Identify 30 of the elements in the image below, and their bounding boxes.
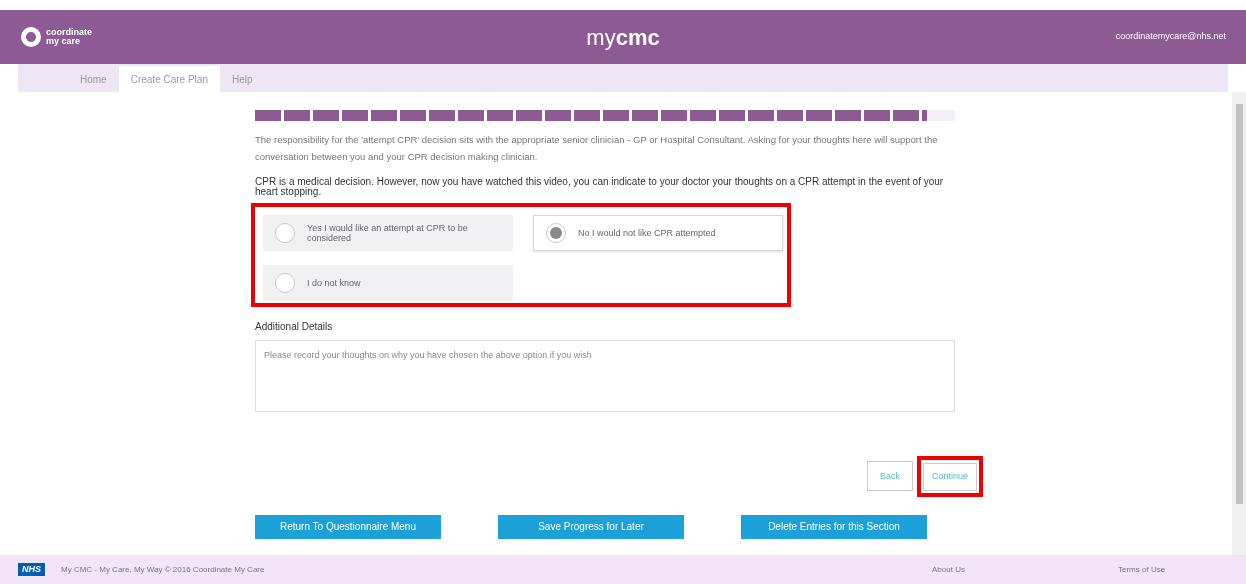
details-label: Additional Details [255, 320, 334, 334]
nav-tab[interactable]: Create Care Plan [118, 66, 220, 92]
radio-option[interactable]: I do not know [263, 265, 513, 301]
action-button[interactable]: Return To Questionnaire Menu [255, 514, 441, 539]
radio-option[interactable]: Yes I would like an attempt at CPR to be considered [263, 215, 513, 251]
nav-tab[interactable]: Help [219, 66, 265, 92]
back-button[interactable]: Back [866, 461, 913, 492]
option-label: No I would not like CPR attempted [578, 228, 716, 238]
about-link[interactable]: About Us [932, 563, 1102, 576]
logo-text: coordinate my care [46, 28, 93, 46]
action-button[interactable]: Save Progress for Later [498, 514, 684, 539]
option-label: Yes I would like an attempt at CPR to be considered [307, 223, 469, 243]
intro-text: The responsibility for the 'attempt CPR' decision sits with the appropriate senior clinician - GP or Hospital Consultant. Asking for your thoughts here will support the conversation between you and your CPR decision making clinician. [255, 133, 939, 164]
details-field[interactable]: Please record your thoughts on why you have chosen the above option if you wish [255, 340, 955, 412]
radio-option[interactable]: No I would not like CPR attempted [533, 215, 783, 251]
scrollbar[interactable] [1232, 92, 1246, 555]
logo-icon [20, 26, 42, 48]
nhs-logo: NHS [18, 562, 45, 577]
radio-button[interactable] [275, 273, 295, 293]
radio-button[interactable] [275, 223, 295, 243]
terms-link[interactable]: Terms of Use [1118, 563, 1228, 576]
nav-tab[interactable]: Home [68, 66, 119, 92]
option-label: I do not know [307, 278, 361, 288]
question-text: CPR is a medical decision. However, now you have watched this video, you can indicate to your doctor your thoughts on a CPR attempt in the event of your heart stopping. [255, 177, 945, 197]
continue-button[interactable]: Continue [922, 462, 977, 491]
user-email: coordinatemycare@nhs.net [1114, 30, 1226, 44]
radio-button[interactable] [546, 223, 566, 243]
action-button[interactable]: Delete Entries for this Section [741, 514, 927, 539]
copyright-text: My CMC - My Care, My Way © 2016 Coordinate My Care [61, 563, 266, 576]
app-title: mycmc [585, 23, 661, 52]
